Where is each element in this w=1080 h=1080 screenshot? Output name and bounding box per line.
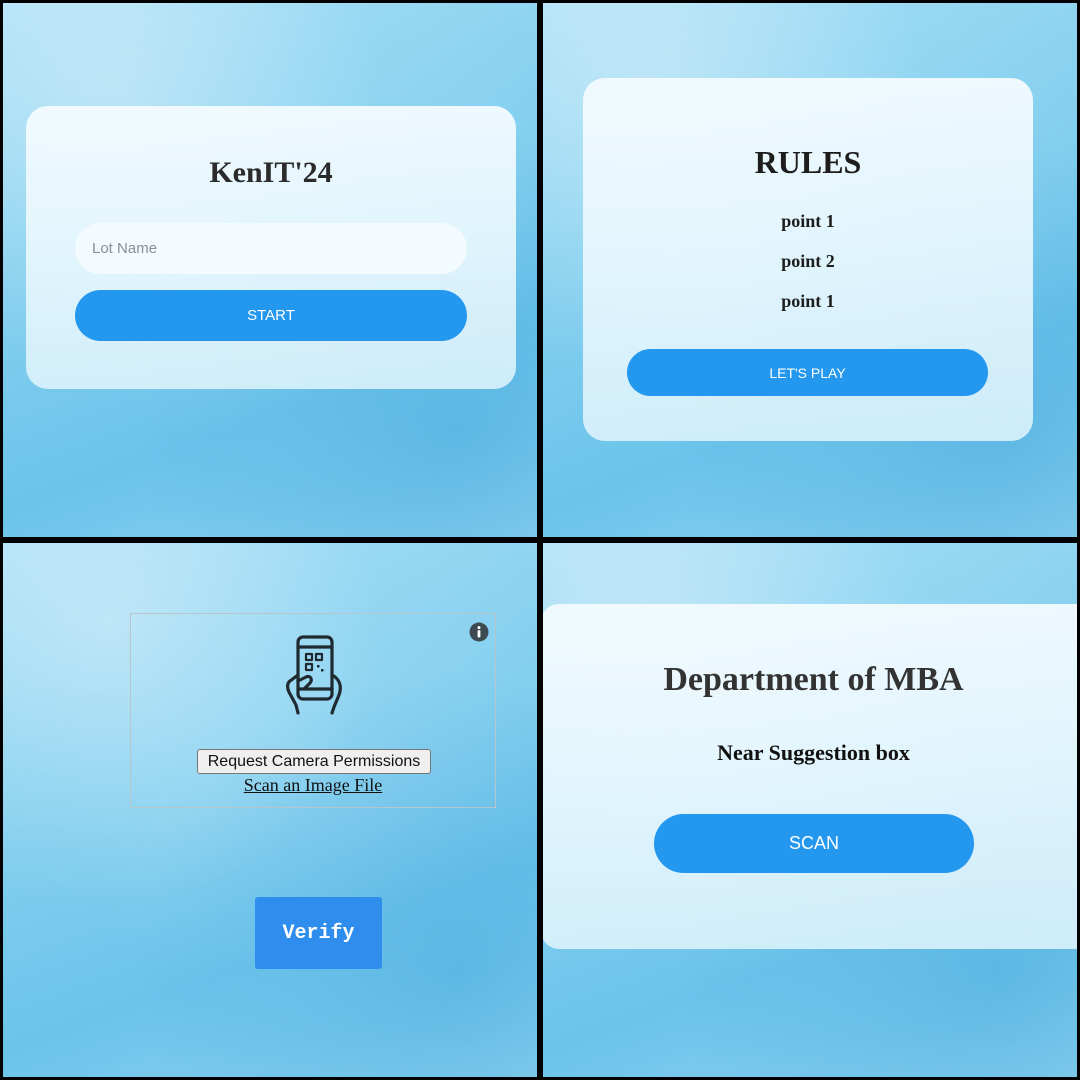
location-screen-panel: Department of MBA Near Suggestion box SC… [543, 543, 1077, 1077]
scan-button[interactable]: SCAN [654, 814, 974, 873]
location-hint: Near Suggestion box [717, 740, 910, 765]
verify-button[interactable]: Verify [255, 897, 382, 969]
event-title: KenIT'24 [209, 156, 333, 189]
lets-play-button[interactable]: LET'S PLAY [627, 349, 988, 396]
qr-scanner-region: Request Camera Permissions Scan an Image… [130, 613, 496, 808]
start-card: KenIT'24 START [26, 106, 516, 389]
rule-point: point 1 [781, 291, 835, 311]
request-camera-permissions-button[interactable]: Request Camera Permissions [197, 749, 431, 774]
location-card: Department of MBA Near Suggestion box SC… [543, 604, 1077, 949]
department-title: Department of MBA [663, 661, 964, 698]
start-button[interactable]: START [75, 290, 467, 341]
rules-card: RULES point 1 point 2 point 1 LET'S PLAY [583, 78, 1033, 441]
info-icon[interactable] [469, 622, 489, 642]
scanner-screen-panel: Request Camera Permissions Scan an Image… [3, 543, 537, 1077]
rules-screen-panel: RULES point 1 point 2 point 1 LET'S PLAY [543, 3, 1077, 537]
phone-qr-scan-icon [286, 635, 342, 715]
rule-point: point 1 [781, 211, 835, 231]
start-screen-panel: KenIT'24 START [3, 3, 537, 537]
scan-image-file-link[interactable]: Scan an Image File [131, 775, 495, 796]
rules-title: RULES [754, 144, 862, 180]
rule-point: point 2 [781, 251, 835, 271]
lot-name-input[interactable] [75, 223, 467, 274]
